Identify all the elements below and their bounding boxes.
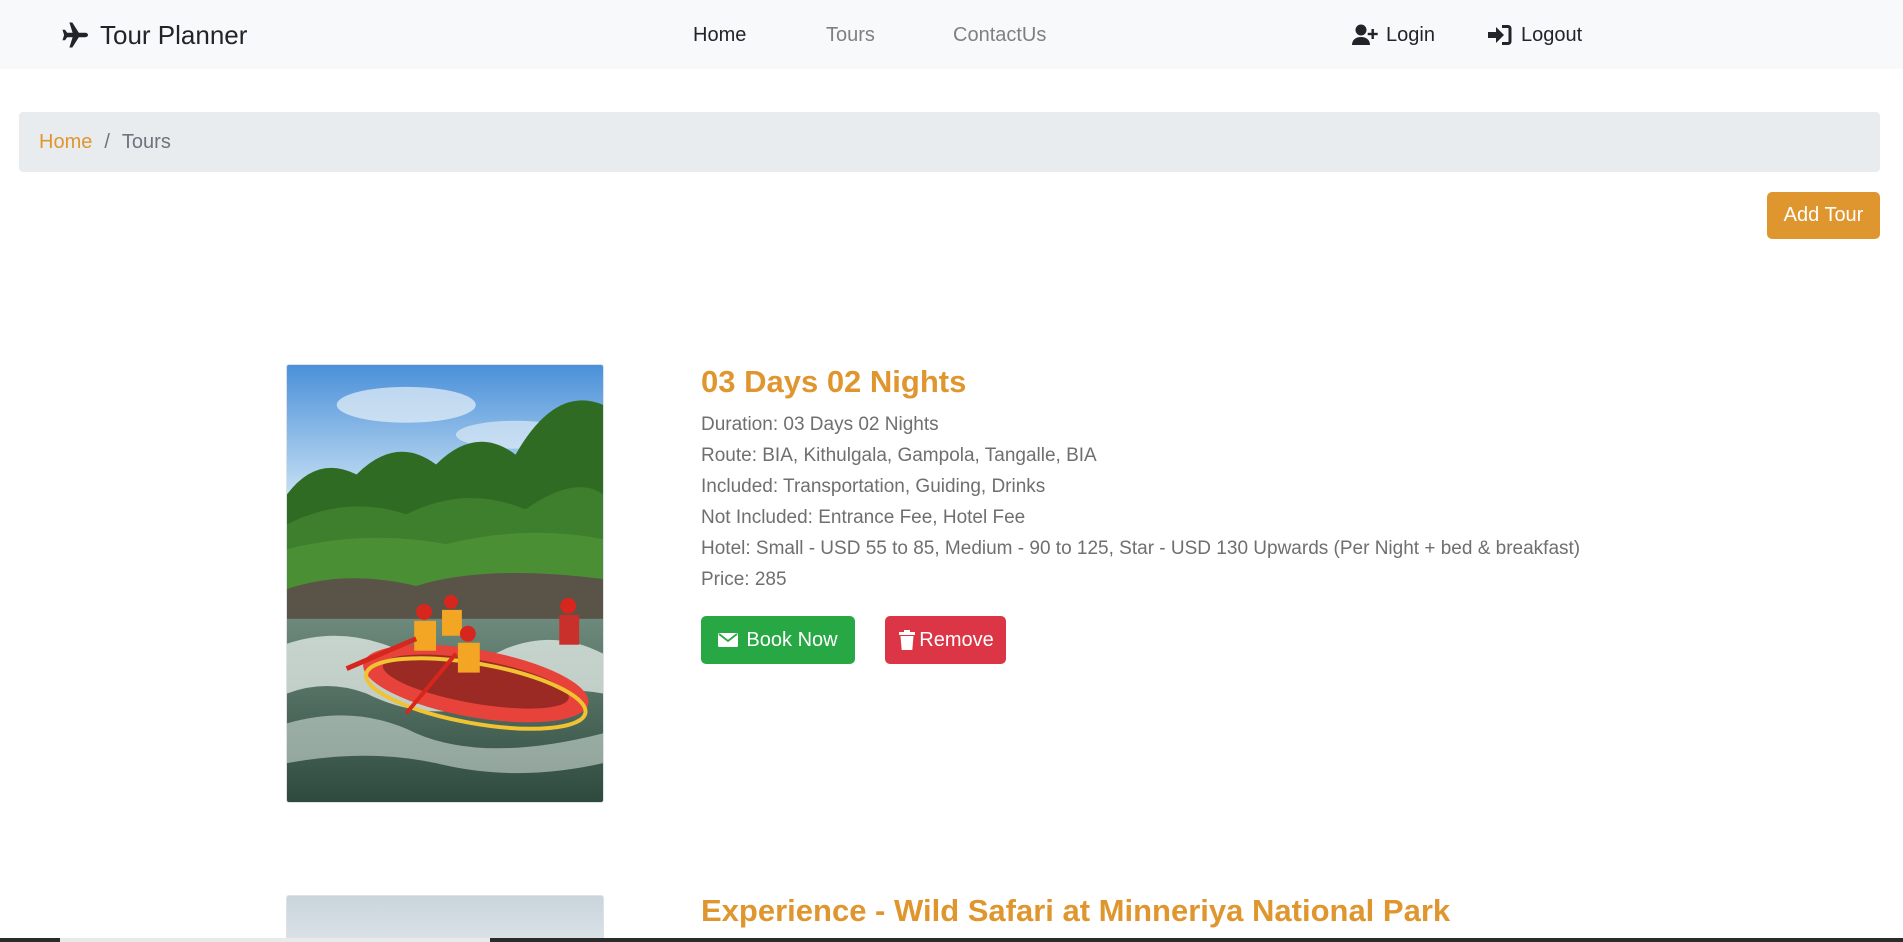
remove-label: Remove: [919, 628, 994, 651]
tour-price: Price: 285: [701, 569, 787, 590]
logout-link[interactable]: Logout: [1487, 22, 1582, 48]
breadcrumb-separator: /: [104, 130, 110, 153]
logout-label: Logout: [1521, 24, 1583, 46]
tour-title: 03 Days 02 Nights: [701, 364, 967, 399]
tour-image-2: [286, 895, 604, 942]
sign-in-icon: [1487, 23, 1513, 47]
nav-link-contactus[interactable]: ContactUs: [953, 24, 1046, 46]
brand-title: Tour Planner: [100, 20, 248, 50]
remove-button[interactable]: Remove: [885, 616, 1006, 664]
tour-title-2: Experience - Wild Safari at Minneriya Na…: [701, 893, 1451, 928]
tour-hotel: Hotel: Small - USD 55 to 85, Medium - 90…: [701, 538, 1581, 559]
tour-not-included: Not Included: Entrance Fee, Hotel Fee: [701, 507, 1026, 528]
tour-route: Route: BIA, Kithulgala, Gampola, Tangall…: [701, 445, 1097, 466]
login-link[interactable]: Login: [1352, 22, 1435, 48]
tour-included: Included: Transportation, Guiding, Drink…: [701, 476, 1046, 497]
trash-icon: [897, 630, 917, 650]
envelope-icon: [718, 630, 739, 650]
user-plus-icon: [1352, 23, 1378, 47]
plane-icon: [60, 20, 90, 50]
tour-duration: Duration: 03 Days 02 Nights: [701, 414, 939, 435]
book-now-button[interactable]: Book Now: [701, 616, 855, 664]
nav-link-tours[interactable]: Tours: [826, 24, 875, 46]
brand[interactable]: Tour Planner: [60, 20, 247, 50]
breadcrumb: Home / Tours: [19, 112, 1880, 172]
bottom-edge: [0, 938, 1903, 942]
bottom-edge-segment: [60, 938, 490, 942]
breadcrumb-current: Tours: [121, 130, 171, 153]
nav-link-home[interactable]: Home: [693, 24, 746, 46]
breadcrumb-home[interactable]: Home: [39, 131, 92, 154]
tour-image: [286, 364, 604, 803]
navbar: Tour Planner Home Tours ContactUs Login …: [0, 0, 1903, 69]
add-tour-button[interactable]: Add Tour: [1767, 192, 1880, 239]
book-now-label: Book Now: [746, 628, 838, 651]
login-label: Login: [1386, 24, 1435, 46]
